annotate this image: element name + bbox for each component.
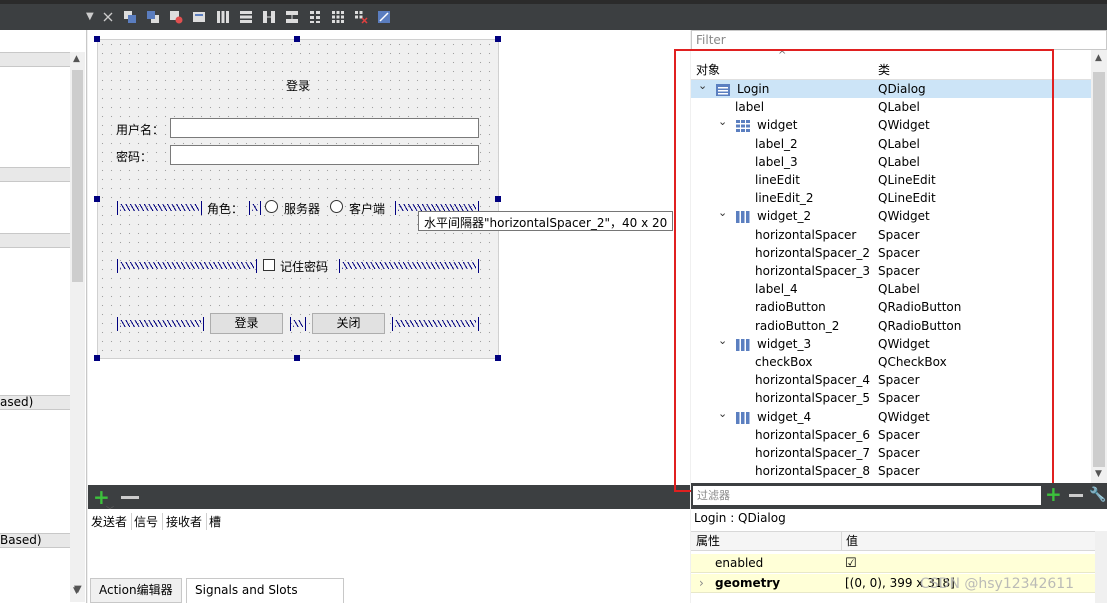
add-property-icon[interactable]: + bbox=[1045, 484, 1062, 504]
login-dialog-form[interactable]: 登录 用户名： 密码： 角色： 服务器 客户端 记住密码 登录 关闭 bbox=[97, 39, 499, 359]
sort-indicator-icon: ﹀ bbox=[106, 506, 114, 515]
designer-toolbar: ▼ bbox=[0, 0, 1107, 30]
resize-handle[interactable] bbox=[495, 355, 501, 361]
column-value[interactable]: 值 bbox=[846, 532, 858, 550]
scroll-up-icon[interactable]: ▲ bbox=[73, 54, 80, 64]
remember-password-checkbox[interactable] bbox=[263, 259, 275, 271]
object-filter-input[interactable]: Filter bbox=[691, 30, 1107, 50]
resize-handle[interactable] bbox=[495, 36, 501, 42]
widget-box-category[interactable]: Based) bbox=[0, 533, 70, 548]
widget-box-panel: ased) Based) ▲ ▼ bbox=[0, 30, 87, 603]
splitter-vertical-icon[interactable] bbox=[285, 10, 299, 24]
break-layout-icon[interactable] bbox=[354, 10, 368, 24]
client-radio-label[interactable]: 客户端 bbox=[349, 200, 385, 217]
tree-scrollbar[interactable]: ▲ ▼ bbox=[1091, 50, 1107, 483]
spacer-tooltip: 水平间隔器"horizontalSpacer_2"，40 x 20 bbox=[418, 211, 674, 231]
property-editor-title: Login : QDialog bbox=[694, 511, 786, 525]
scroll-up-icon[interactable]: ▲ bbox=[1095, 53, 1102, 63]
scroll-down-icon[interactable]: ▼ bbox=[74, 584, 82, 595]
server-radio-button[interactable] bbox=[265, 200, 278, 213]
form-editor-canvas: 登录 用户名： 密码： 角色： 服务器 客户端 记住密码 登录 关闭 水平间隔器… bbox=[88, 30, 690, 485]
role-label[interactable]: 角色： bbox=[207, 200, 243, 217]
expand-arrow-icon[interactable]: › bbox=[699, 574, 704, 593]
username-input[interactable] bbox=[170, 118, 479, 138]
server-radio-label[interactable]: 服务器 bbox=[284, 200, 320, 217]
resize-handle[interactable] bbox=[94, 355, 100, 361]
property-header: 属性 值 bbox=[691, 531, 1095, 551]
watermark: CSDN @hsy12342611 bbox=[920, 576, 1075, 592]
scroll-down-icon[interactable]: ▼ bbox=[1095, 469, 1102, 479]
property-toolbar: 过滤器 + 🔧 bbox=[691, 483, 1107, 509]
resize-handle[interactable] bbox=[94, 196, 100, 202]
username-label[interactable]: 用户名： bbox=[116, 121, 164, 138]
enabled-checkbox[interactable]: ☑ bbox=[845, 554, 857, 573]
column-signal[interactable]: 信号 bbox=[134, 513, 164, 530]
property-name: enabled bbox=[715, 556, 764, 570]
login-button[interactable]: 登录 bbox=[210, 313, 283, 334]
scroll-thumb[interactable] bbox=[1093, 72, 1105, 467]
close-button[interactable]: 关闭 bbox=[312, 313, 385, 334]
horizontal-spacer-6[interactable] bbox=[117, 317, 204, 331]
resize-handle[interactable] bbox=[294, 36, 300, 42]
property-filter-input[interactable]: 过滤器 bbox=[693, 486, 1041, 505]
remove-property-icon[interactable] bbox=[1069, 494, 1083, 497]
horizontal-spacer-2[interactable] bbox=[249, 201, 261, 215]
column-slot[interactable]: 槽 bbox=[209, 513, 225, 530]
edit-tab-order-icon[interactable] bbox=[169, 10, 183, 24]
bring-to-front-icon[interactable] bbox=[146, 10, 160, 24]
signals-toolbar: + bbox=[88, 485, 690, 509]
property-row-enabled[interactable]: enabled ☑ bbox=[691, 554, 1095, 573]
widget-box-category[interactable] bbox=[0, 167, 70, 182]
horizontal-spacer[interactable] bbox=[117, 201, 202, 215]
close-x-icon[interactable] bbox=[101, 10, 115, 24]
lay-out-horizontally-icon[interactable] bbox=[216, 10, 230, 24]
password-label[interactable]: 密码： bbox=[116, 148, 152, 165]
scroll-thumb[interactable] bbox=[72, 70, 83, 282]
widget-box-category[interactable]: ased) bbox=[0, 395, 70, 410]
column-property[interactable]: 属性 bbox=[696, 532, 720, 550]
widget-box-category[interactable] bbox=[0, 52, 70, 67]
edit-buddies-icon[interactable] bbox=[192, 10, 206, 24]
send-to-back-icon[interactable] bbox=[123, 10, 137, 24]
add-connection-icon[interactable]: + bbox=[93, 487, 110, 507]
configure-wrench-icon[interactable]: 🔧 bbox=[1089, 487, 1106, 503]
property-scrollbar[interactable] bbox=[1095, 531, 1107, 603]
form-title-label[interactable]: 登录 bbox=[286, 77, 310, 94]
horizontal-spacer-8[interactable] bbox=[392, 317, 479, 331]
horizontal-spacer-7[interactable] bbox=[290, 317, 306, 331]
resize-handle[interactable] bbox=[294, 355, 300, 361]
password-input[interactable] bbox=[170, 145, 479, 165]
splitter-horizontal-icon[interactable] bbox=[262, 10, 276, 24]
client-radio-button[interactable] bbox=[330, 200, 343, 213]
column-receiver[interactable]: 接收者 bbox=[166, 513, 208, 530]
lay-out-in-form-icon[interactable] bbox=[308, 10, 322, 24]
tab-action-editor[interactable]: Action编辑器 bbox=[90, 578, 182, 603]
property-name: geometry bbox=[715, 576, 781, 590]
lay-out-in-grid-icon[interactable] bbox=[331, 10, 345, 24]
tab-signals-slots-editor[interactable]: Signals and Slots Editor bbox=[186, 578, 344, 603]
lay-out-vertically-icon[interactable] bbox=[239, 10, 253, 24]
widget-box-category[interactable] bbox=[0, 233, 70, 248]
horizontal-spacer-4[interactable] bbox=[117, 259, 257, 273]
horizontal-spacer-5[interactable] bbox=[339, 259, 479, 273]
toolbar-dropdown-icon[interactable]: ▼ bbox=[86, 11, 100, 25]
resize-handle[interactable] bbox=[94, 36, 100, 42]
highlight-annotation-box bbox=[674, 49, 1054, 492]
remove-connection-icon[interactable] bbox=[121, 496, 139, 499]
adjust-size-icon[interactable] bbox=[377, 10, 391, 24]
remember-password-label[interactable]: 记住密码 bbox=[280, 258, 328, 275]
resize-handle[interactable] bbox=[495, 196, 501, 202]
left-scrollbar[interactable]: ▲ ▼ bbox=[70, 52, 85, 602]
